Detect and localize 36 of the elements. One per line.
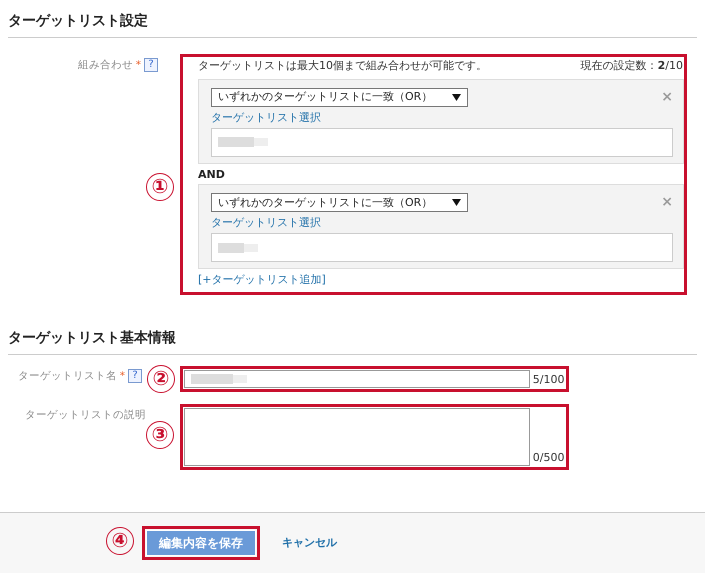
caret-icon [452, 94, 461, 101]
section-heading: ターゲットリスト基本情報 [8, 317, 697, 355]
remove-button[interactable]: × [661, 193, 673, 212]
description-field[interactable] [184, 408, 530, 466]
character-counter: 5/100 [532, 373, 564, 388]
add-target-link[interactable]: [+ターゲットリスト追加] [198, 273, 326, 288]
required-mark: * [120, 369, 125, 384]
caret-icon [452, 199, 461, 206]
character-counter: 0/500 [532, 451, 564, 466]
required-mark: * [136, 58, 141, 72]
match-dropdown[interactable]: いずれかのターゲットリストに一致（OR） [211, 88, 468, 107]
select-target-link[interactable]: ターゲットリスト選択 [211, 110, 321, 126]
save-button[interactable]: 編集内容を保存 [146, 530, 256, 556]
connector-label: AND [198, 168, 226, 182]
field-label: 組み合わせ [78, 58, 133, 72]
section-heading: ターゲットリスト設定 [8, 0, 697, 38]
redaction-mark [218, 135, 268, 150]
field-label: ターゲットリスト名 [18, 369, 117, 384]
help-icon[interactable]: ? [144, 58, 158, 72]
redaction-mark [218, 240, 258, 255]
target-list-field[interactable] [211, 128, 673, 157]
callout-number: ③ [146, 421, 174, 449]
match-dropdown[interactable]: いずれかのターゲットリストに一致（OR） [211, 193, 468, 212]
callout-number: ② [147, 365, 175, 393]
callout-number: ④ [106, 526, 134, 555]
settings-count: 現在の設定数：2/10 [580, 58, 683, 74]
redaction-mark [191, 372, 247, 386]
target-list-field[interactable] [211, 233, 673, 262]
cancel-link[interactable]: キャンセル [282, 536, 337, 550]
name-field[interactable] [184, 370, 530, 388]
info-text: ターゲットリストは最大10個まで組み合わせが可能です。 [198, 58, 487, 74]
help-icon[interactable]: ? [128, 369, 142, 383]
select-target-link[interactable]: ターゲットリスト選択 [211, 216, 321, 232]
field-label: ターゲットリストの説明 [25, 408, 146, 422]
remove-button[interactable]: × [661, 88, 673, 107]
callout-number: ① [146, 172, 174, 201]
